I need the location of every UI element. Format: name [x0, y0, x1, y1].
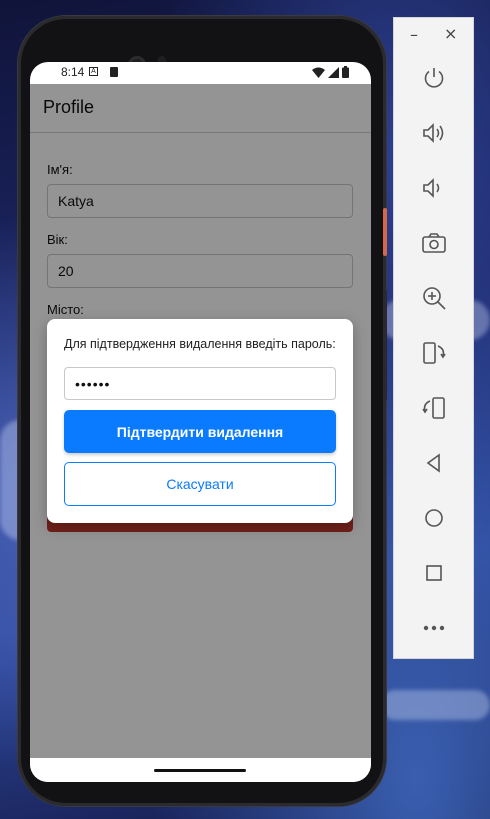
volume-down-icon: [423, 178, 440, 198]
rotate-right-icon: [422, 397, 445, 419]
screenshot-button[interactable]: [414, 223, 454, 263]
rotate-right-button[interactable]: [414, 388, 454, 428]
status-indicators: [312, 66, 349, 78]
gesture-nav-bar: [30, 754, 371, 782]
delete-confirm-dialog: Для підтвердження видалення введіть паро…: [47, 319, 353, 523]
home-gesture-pill[interactable]: [154, 769, 246, 772]
volume-up-icon: [423, 123, 444, 143]
password-input[interactable]: [64, 367, 336, 400]
toolbar-header: – ×: [394, 18, 473, 54]
notification-icon: A: [89, 67, 98, 76]
volume-up-button[interactable]: [414, 113, 454, 153]
signal-icon: [328, 66, 339, 78]
back-icon: [426, 453, 440, 473]
battery-icon: [342, 66, 349, 78]
rotate-left-icon: [423, 342, 446, 364]
home-button[interactable]: [414, 498, 454, 538]
camera-icon: [422, 233, 446, 253]
background-streak: [380, 690, 490, 720]
phone-power-button[interactable]: [383, 208, 387, 256]
rotate-left-button[interactable]: [414, 333, 454, 373]
more-icon: [423, 625, 445, 631]
phone-volume-button[interactable]: [383, 290, 387, 400]
power-icon: [424, 68, 444, 88]
status-time: 8:14: [61, 65, 85, 79]
zoom-icon: [423, 287, 446, 310]
dialog-message: Для підтвердження видалення введіть паро…: [64, 337, 336, 351]
sd-card-icon: [110, 67, 118, 77]
zoom-button[interactable]: [414, 278, 454, 318]
wifi-icon: [312, 67, 325, 78]
overview-button[interactable]: [414, 553, 454, 593]
confirm-delete-button[interactable]: Підтвердити видалення: [64, 410, 336, 453]
power-button[interactable]: [414, 58, 454, 98]
overview-icon: [426, 565, 442, 581]
device-screen: 8:14 A Profile Ім'я: Katya Вік: 20 Місто…: [30, 62, 371, 782]
volume-down-button[interactable]: [414, 168, 454, 208]
minimize-button[interactable]: –: [410, 25, 418, 44]
more-button[interactable]: [414, 608, 454, 648]
cancel-button[interactable]: Скасувати: [64, 462, 336, 506]
back-button[interactable]: [414, 443, 454, 483]
home-icon: [425, 509, 443, 527]
close-button[interactable]: ×: [444, 24, 457, 43]
status-bar: 8:14 A: [30, 62, 371, 84]
emulator-toolbar: – ×: [393, 17, 474, 659]
